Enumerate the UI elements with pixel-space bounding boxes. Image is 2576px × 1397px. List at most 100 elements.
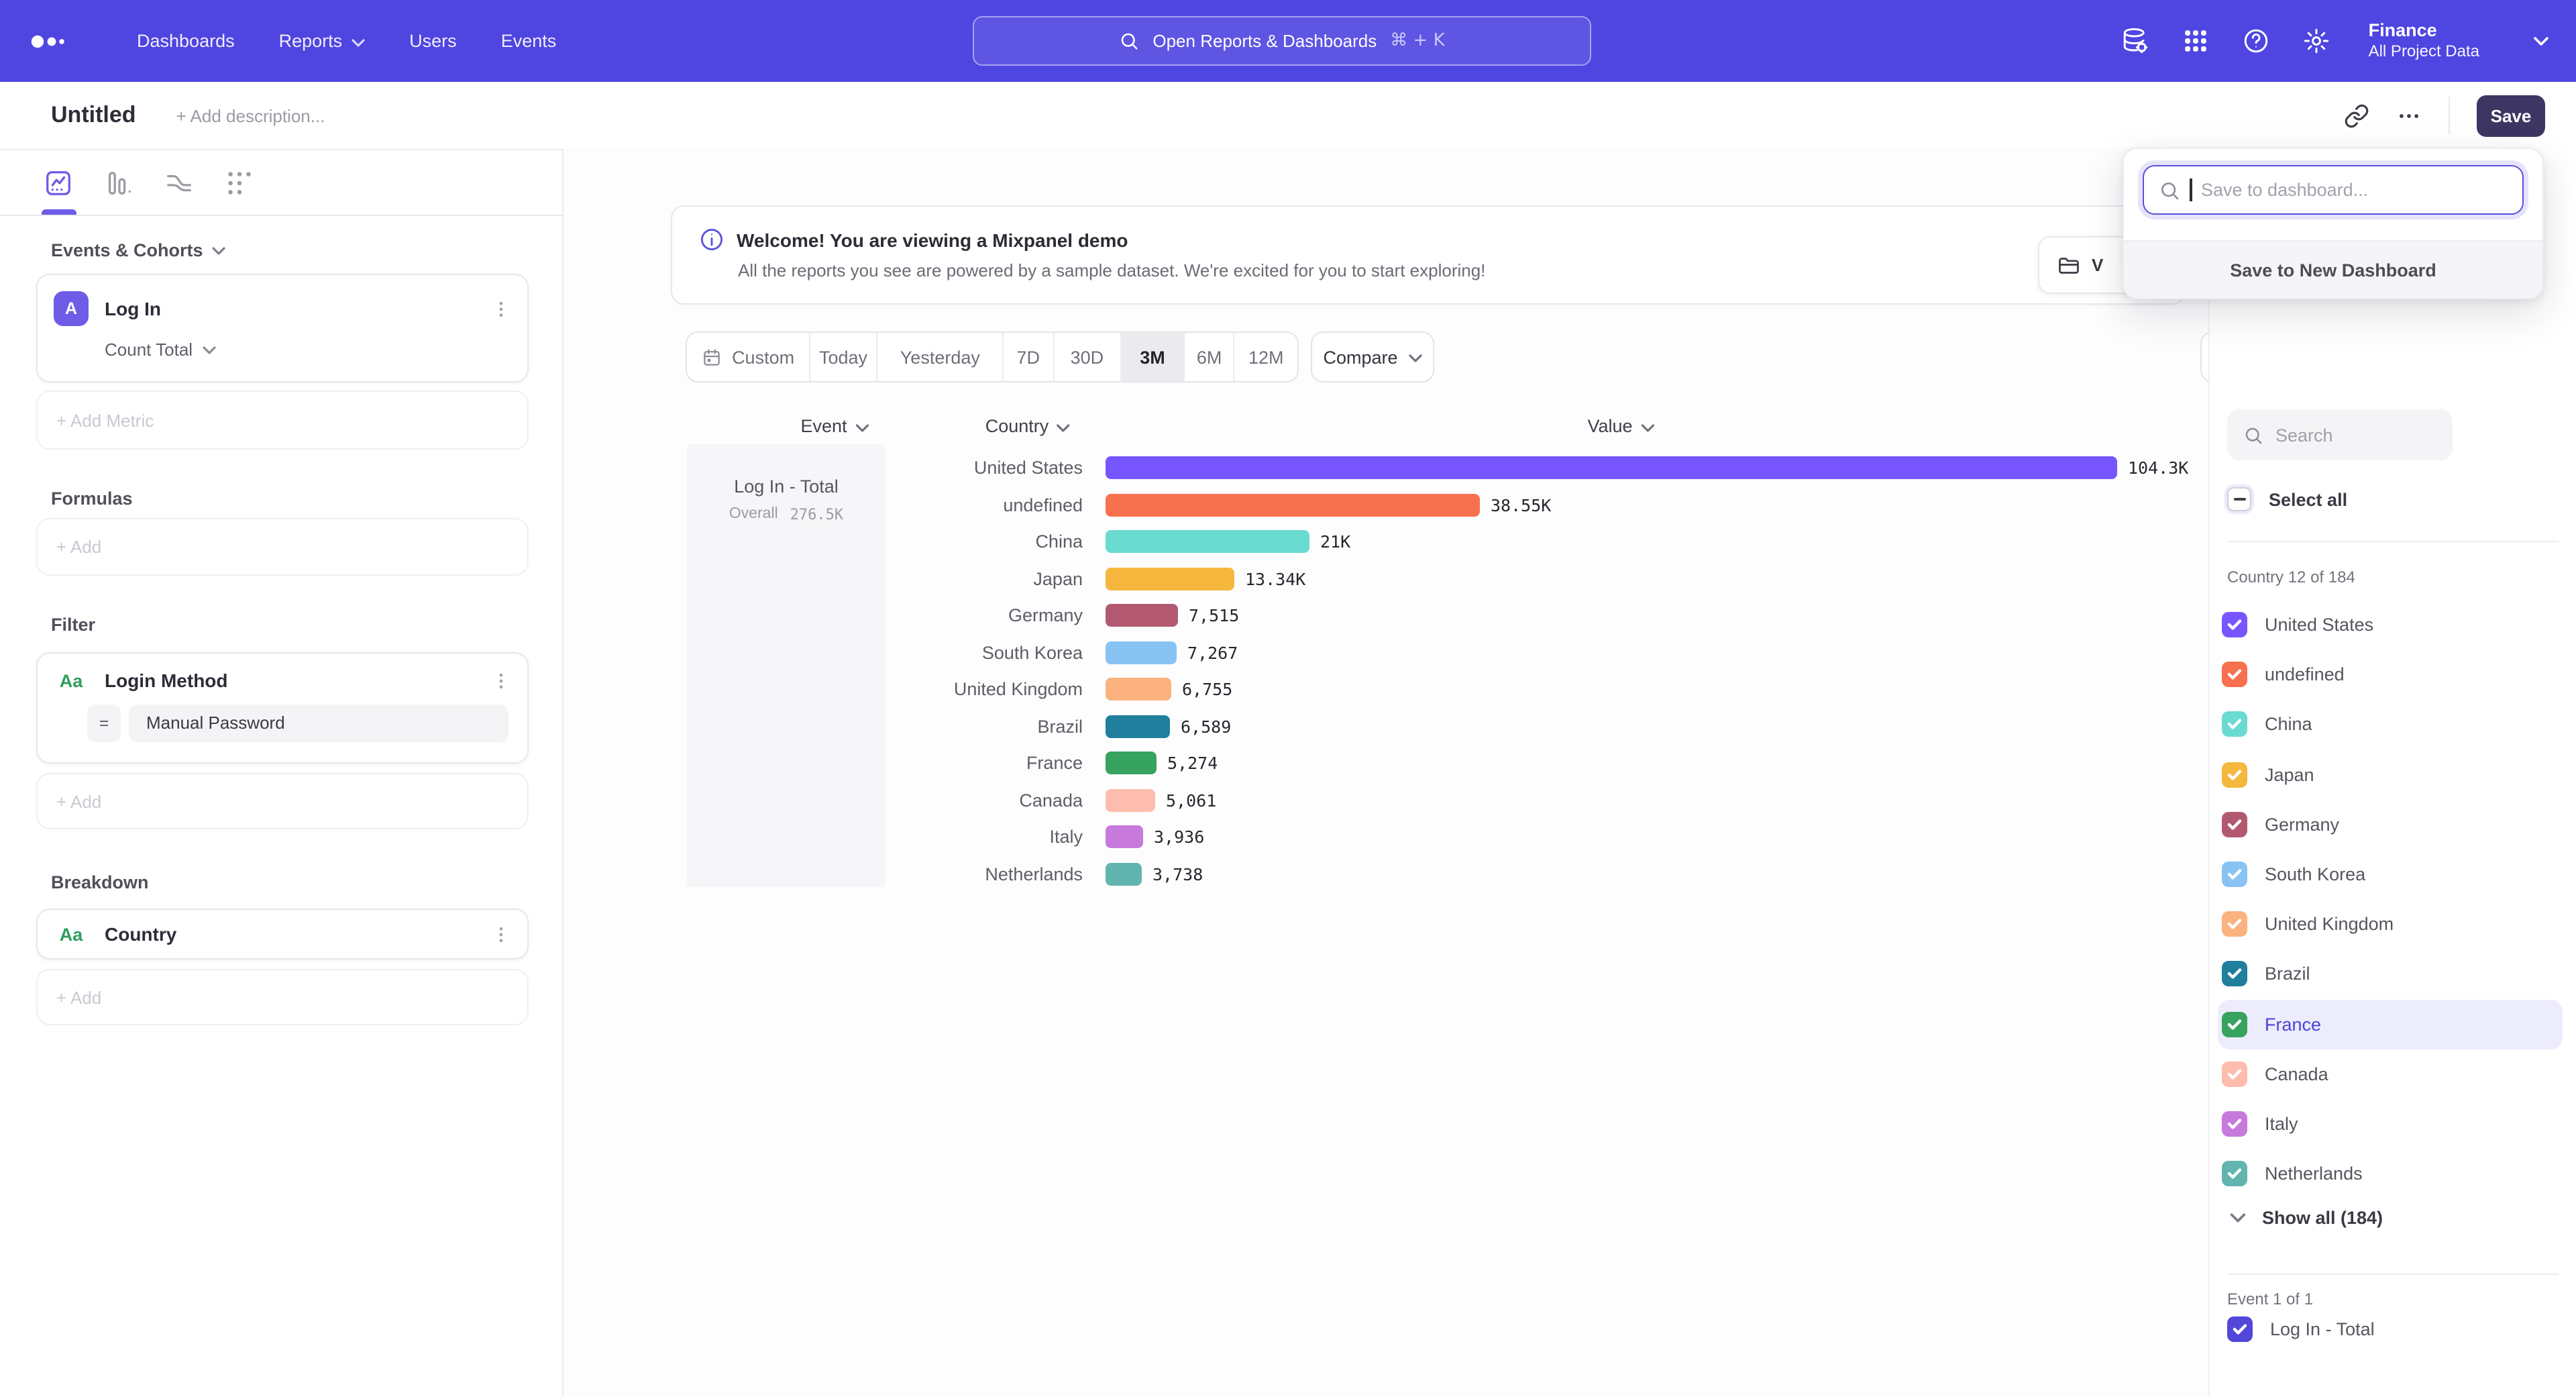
data-management-icon[interactable]	[2122, 27, 2150, 55]
select-all-checkbox[interactable]	[2227, 487, 2251, 511]
bar-segment[interactable]	[1106, 863, 1142, 886]
date-range-30d[interactable]: 30D	[1055, 333, 1122, 381]
country-filter-row[interactable]: Brazil	[2218, 949, 2563, 999]
filter-value-chip[interactable]: Manual Password	[129, 705, 508, 742]
tab-funnels[interactable]	[103, 150, 134, 215]
global-search-button[interactable]: Open Reports & Dashboards ⌘ + K	[973, 16, 1591, 66]
show-all-toggle[interactable]: Show all (184)	[2230, 1208, 2383, 1228]
copy-link-icon[interactable]	[2344, 103, 2369, 128]
add-filter-button[interactable]: + Add	[36, 773, 529, 829]
settings-gear-icon[interactable]	[2303, 27, 2331, 55]
breakdown-kebab-icon[interactable]	[491, 924, 511, 944]
value-column-header[interactable]: Value	[1587, 416, 1654, 436]
country-filter-row[interactable]: Netherlands	[2218, 1149, 2563, 1198]
bar-segment[interactable]	[1106, 641, 1177, 664]
bar-segment[interactable]	[1106, 752, 1157, 775]
metric-card[interactable]: A Log In Count Total	[36, 274, 529, 382]
country-checkbox[interactable]	[2222, 812, 2247, 837]
tab-retention[interactable]	[224, 150, 255, 215]
compare-button[interactable]: Compare	[1311, 331, 1434, 382]
bar-segment[interactable]	[1106, 605, 1178, 627]
country-filter-row[interactable]: United Kingdom	[2218, 899, 2563, 949]
event-series-panel[interactable]: Log In - Total Overall 276.5K	[687, 444, 885, 887]
nav-item-events[interactable]: Events	[501, 31, 557, 51]
country-filter-row[interactable]: Italy	[2218, 1099, 2563, 1149]
country-filter-row[interactable]: undefined	[2218, 650, 2563, 699]
bar-segment[interactable]	[1106, 678, 1171, 701]
metric-aggregation-dropdown[interactable]: Count Total	[105, 340, 511, 360]
more-options-icon[interactable]	[2396, 103, 2422, 128]
mixpanel-logo-icon[interactable]	[30, 28, 83, 54]
bar-segment[interactable]	[1106, 457, 2117, 480]
add-metric-button[interactable]: + Add Metric	[36, 391, 529, 450]
country-checkbox[interactable]	[2222, 862, 2247, 887]
country-filter-row[interactable]: France	[2218, 999, 2563, 1049]
filter-operator-chip[interactable]: =	[87, 705, 121, 742]
report-title[interactable]: Untitled	[51, 102, 136, 129]
country-checkbox[interactable]	[2222, 1111, 2247, 1137]
filter-kebab-icon[interactable]	[491, 670, 511, 690]
date-range-custom[interactable]: Custom	[687, 333, 810, 381]
metric-event-name[interactable]: Log In	[105, 298, 491, 319]
event-checkbox[interactable]	[2227, 1316, 2253, 1342]
date-range-12m[interactable]: 12M	[1234, 333, 1297, 381]
apps-grid-icon[interactable]	[2182, 27, 2210, 55]
help-icon[interactable]	[2243, 27, 2271, 55]
save-dashboard-input[interactable]	[2201, 180, 2522, 200]
country-checkbox[interactable]	[2222, 662, 2247, 688]
date-range-today[interactable]: Today	[810, 333, 878, 381]
country-filter-row[interactable]: South Korea	[2218, 849, 2563, 899]
bar-segment[interactable]	[1106, 715, 1170, 738]
bar-segment[interactable]	[1106, 568, 1234, 590]
project-chevron-down-icon[interactable]	[2533, 36, 2549, 46]
bar-segment[interactable]	[1106, 494, 1480, 517]
add-formula-button[interactable]: + Add	[36, 518, 529, 576]
chevron-down-icon	[1057, 423, 1070, 431]
country-checkbox[interactable]	[2222, 612, 2247, 637]
date-range-yesterday[interactable]: Yesterday	[878, 333, 1004, 381]
event-checkbox-row[interactable]: Log In - Total	[2227, 1316, 2375, 1342]
tab-flows[interactable]	[164, 150, 195, 215]
country-checkbox[interactable]	[2222, 1011, 2247, 1037]
date-range-3m[interactable]: 3M	[1121, 333, 1185, 381]
save-dashboard-search[interactable]	[2143, 165, 2524, 215]
segment-search-input[interactable]: Search	[2227, 409, 2453, 460]
country-checkbox[interactable]	[2222, 712, 2247, 737]
select-all-row[interactable]: Select all	[2227, 487, 2347, 511]
nav-item-reports[interactable]: Reports	[279, 31, 366, 51]
country-filter-row[interactable]: Japan	[2218, 749, 2563, 799]
date-range-7d[interactable]: 7D	[1004, 333, 1055, 381]
events-cohorts-header[interactable]: Events & Cohorts	[36, 236, 529, 263]
country-checkbox[interactable]	[2222, 911, 2247, 937]
metric-kebab-icon[interactable]	[491, 299, 511, 319]
segment-filter-panel: Search Select all Country 12 of 184 Unit…	[2208, 149, 2576, 1397]
bar-segment[interactable]	[1106, 789, 1155, 812]
tab-insights[interactable]	[43, 150, 74, 215]
event-column-header[interactable]: Event	[800, 416, 868, 436]
country-filter-row[interactable]: United States	[2218, 600, 2563, 650]
chevron-down-icon	[1641, 423, 1654, 431]
country-checkbox[interactable]	[2222, 1161, 2247, 1186]
country-filter-row[interactable]: Canada	[2218, 1049, 2563, 1098]
save-button[interactable]: Save	[2477, 95, 2545, 136]
country-filter-row[interactable]: China	[2218, 700, 2563, 749]
country-column-header[interactable]: Country	[985, 416, 1071, 436]
filter-card[interactable]: Aa Login Method = Manual Password	[36, 652, 529, 764]
bar-segment[interactable]	[1106, 826, 1143, 849]
save-to-new-dashboard-button[interactable]: Save to New Dashboard	[2124, 240, 2542, 298]
country-checkbox[interactable]	[2222, 1062, 2247, 1087]
country-checkbox[interactable]	[2222, 962, 2247, 987]
breakdown-card[interactable]: Aa Country	[36, 909, 529, 960]
date-range-6m[interactable]: 6M	[1185, 333, 1235, 381]
bar-value-label: 3,936	[1154, 827, 1204, 847]
nav-item-dashboards[interactable]: Dashboards	[137, 31, 235, 51]
country-filter-row[interactable]: Germany	[2218, 800, 2563, 849]
add-breakdown-button[interactable]: + Add	[36, 969, 529, 1025]
bar-segment[interactable]	[1106, 531, 1309, 554]
country-checkbox[interactable]	[2222, 762, 2247, 787]
nav-item-users[interactable]: Users	[409, 31, 457, 51]
project-switcher[interactable]: Finance All Project Data	[2369, 19, 2479, 63]
add-description-button[interactable]: + Add description...	[176, 105, 325, 125]
filter-property-name[interactable]: Login Method	[105, 670, 491, 691]
breakdown-property-name[interactable]: Country	[105, 923, 491, 945]
